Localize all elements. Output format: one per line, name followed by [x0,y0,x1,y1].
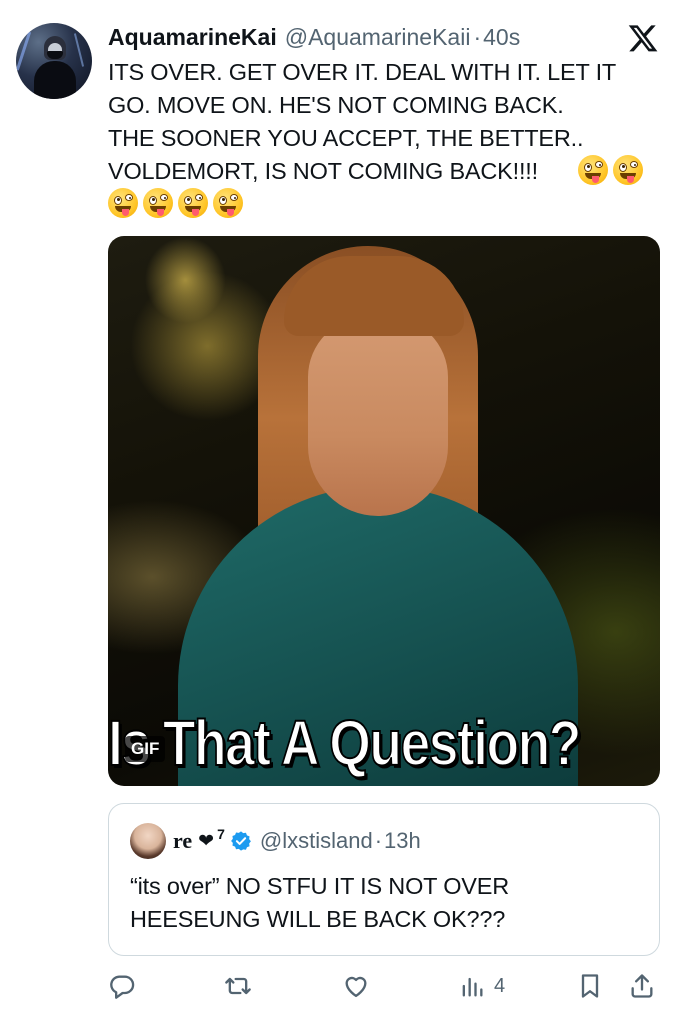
share-button[interactable] [628,966,656,1006]
tweet-text-line: THE SOONER YOU ACCEPT, THE BETTER.. [108,125,584,151]
tweet-action-bar: 4 [0,966,676,1010]
views-count: 4 [494,974,506,997]
avatar-decoration [16,31,32,71]
tweet-text-line: GO. MOVE ON. HE'S NOT COMING BACK. [108,92,564,118]
zany-face-emoji [613,155,643,185]
gif-media[interactable]: Is That A Question? GIF [108,236,660,786]
quoted-text-line: “its over” NO STFU IT IS NOT OVER [130,873,510,899]
zany-face-emoji [108,188,138,218]
quoted-author-name[interactable]: re [173,828,192,854]
quoted-tweet[interactable]: re ❤ 7 @lxstisland · 13h “its over” NO S… [108,803,660,956]
quoted-text-line: HEESEUNG WILL BE BACK OK??? [130,906,506,932]
separator-dot: · [374,828,383,853]
zany-face-emoji [178,188,208,218]
views-icon [462,977,483,997]
retweet-icon [225,977,251,995]
tweet-header: AquamarineKai @AquamarineKaii · 40s [108,22,520,52]
heart-glyph: ❤ [198,830,215,852]
author-avatar[interactable] [16,23,92,99]
quoted-author-avatar[interactable] [130,823,166,859]
reply-button[interactable] [108,966,136,1006]
gif-figure [284,256,464,336]
views-button[interactable]: 4 [458,966,505,1006]
quoted-author-handle[interactable]: @lxstisland [260,828,373,854]
reply-icon [110,975,135,999]
bookmark-icon [581,974,599,998]
emoji-group [578,155,643,185]
share-icon [631,974,653,998]
author-display-name[interactable]: AquamarineKai [108,24,277,51]
quoted-tweet-text: “its over” NO STFU IT IS NOT OVER HEESEU… [130,870,650,936]
emoji-group [108,188,243,218]
tweet-timestamp[interactable]: 40s [483,24,520,51]
zany-face-emoji [143,188,173,218]
verified-badge-icon [230,831,251,851]
x-logo-icon [628,25,658,52]
separator-dot: · [473,23,482,50]
name-superscript: 7 [217,826,225,842]
gif-badge: GIF [125,736,166,762]
like-button[interactable] [342,966,370,1006]
bookmark-button[interactable] [576,966,604,1006]
zany-face-emoji [213,188,243,218]
zany-face-emoji [578,155,608,185]
author-handle[interactable]: @AquamarineKaii [285,24,471,51]
heart-icon [345,976,367,998]
gif-caption: Is That A Question? [108,706,582,780]
avatar-decoration [73,33,85,67]
gif-figure [308,316,448,516]
tweet-text-line: ITS OVER. GET OVER IT. DEAL WITH IT. LET… [108,59,617,85]
quoted-tweet-timestamp[interactable]: 13h [384,828,421,854]
retweet-button[interactable] [224,966,252,1006]
avatar-figure [34,61,76,99]
quoted-tweet-header: re ❤ 7 @lxstisland · 13h [173,826,421,856]
